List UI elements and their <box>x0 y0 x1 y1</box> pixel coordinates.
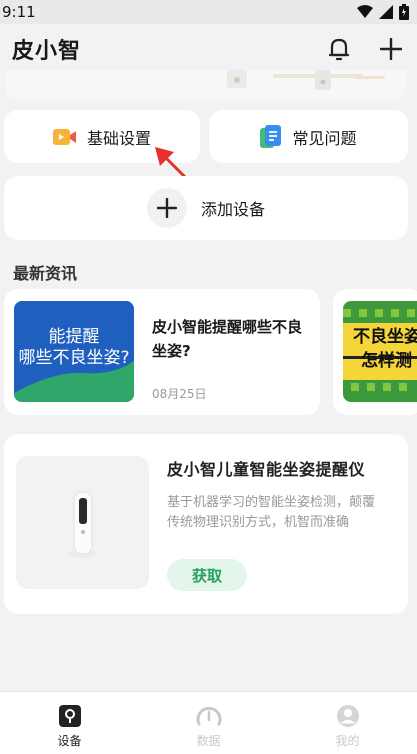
battery-icon <box>399 4 409 20</box>
news-section-title: 最新资讯 <box>13 264 78 283</box>
nav-item-mine[interactable]: 我的 <box>308 704 388 749</box>
faq-label: 常见问题 <box>292 128 357 148</box>
add-device-button[interactable]: 添加设备 <box>4 176 408 240</box>
nav-label-mine: 我的 <box>335 734 360 748</box>
user-icon <box>336 705 359 727</box>
news-thumbnail: 不良坐姿 怎样测 <box>343 301 417 402</box>
wifi-icon <box>357 5 373 18</box>
device-icon <box>58 705 81 727</box>
gauge-icon <box>196 706 221 726</box>
product-info: 皮小智儿童智能坐姿提醒仪 基于机器学习的智能坐姿检测，颠覆传统物理识别方式，机智… <box>167 456 379 592</box>
news-item[interactable]: 不良坐姿 怎样测 <box>333 289 417 415</box>
add-button[interactable] <box>379 37 403 61</box>
news-item[interactable]: 能提醒 哪些不良坐姿? 皮小智能提醒哪些不良坐姿? 08月25日 <box>4 289 320 415</box>
product-card[interactable]: 皮小智儿童智能坐姿提醒仪 基于机器学习的智能坐姿检测，颠覆传统物理识别方式，机智… <box>4 434 408 614</box>
news-thumb-text-2: 怎样测 <box>361 351 412 371</box>
news-thumb-text-2: 哪些不良坐姿? <box>18 348 130 368</box>
plus-icon <box>380 38 402 60</box>
nav-item-device[interactable]: 设备 <box>30 704 110 749</box>
product-description: 基于机器学习的智能坐姿检测，颠覆传统物理识别方式，机智而准确 <box>167 495 376 530</box>
status-bar: 9:11 <box>0 0 417 24</box>
device-image <box>68 491 97 558</box>
nav-item-data[interactable]: 数据 <box>169 704 249 749</box>
document-icon <box>260 124 282 148</box>
status-time: 9:11 <box>2 3 36 21</box>
news-text: 皮小智能提醒哪些不良坐姿? 08月25日 <box>152 301 302 403</box>
news-title: 皮小智能提醒哪些不良坐姿? <box>152 318 303 360</box>
news-thumb-text-1: 不良坐姿 <box>353 327 417 347</box>
signal-icon <box>379 5 393 19</box>
plus-icon <box>156 198 177 218</box>
basic-settings-label: 基础设置 <box>86 128 151 148</box>
add-device-label: 添加设备 <box>200 200 265 219</box>
get-button[interactable]: 获取 <box>167 559 247 591</box>
news-thumbnail: 能提醒 哪些不良坐姿? <box>14 301 134 402</box>
bottom-nav: 设备 数据 我的 <box>0 691 417 754</box>
faq-button[interactable]: 常见问题 <box>209 110 408 163</box>
notification-button[interactable] <box>327 37 351 61</box>
news-date: 08月25日 <box>152 387 207 401</box>
add-device-plus <box>146 188 187 228</box>
header-actions <box>327 37 405 61</box>
nav-label-data: 数据 <box>196 734 221 748</box>
product-name: 皮小智儿童智能坐姿提醒仪 <box>167 460 366 479</box>
bell-icon <box>328 38 350 61</box>
video-icon <box>52 128 76 145</box>
app-title: 皮小智 <box>12 39 82 64</box>
app-header: 皮小智 <box>0 24 417 74</box>
nav-label-device: 设备 <box>57 734 82 748</box>
status-icons <box>357 4 409 20</box>
banner-carousel[interactable] <box>5 70 407 100</box>
banner-image <box>5 70 407 100</box>
news-thumb-text-1: 能提醒 <box>48 327 100 347</box>
product-image <box>16 456 149 589</box>
